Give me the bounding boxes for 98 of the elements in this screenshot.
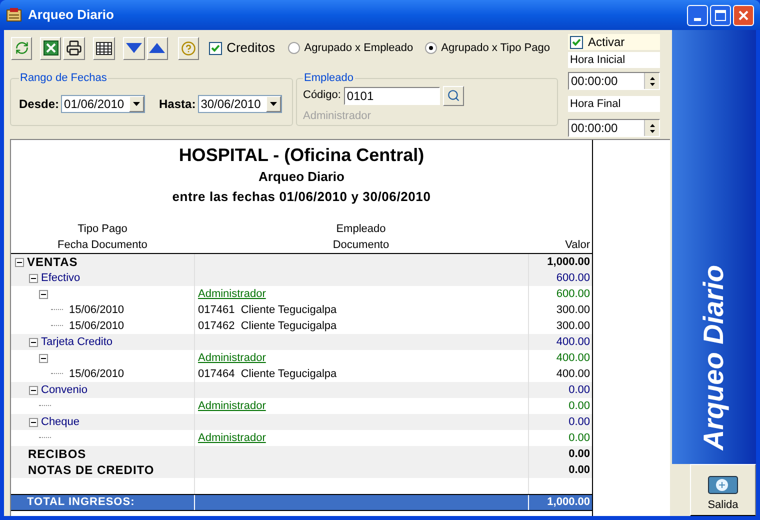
dropdown-icon (133, 102, 140, 106)
grid-icon (96, 42, 112, 54)
document-date: 15/06/2010 (69, 319, 124, 334)
amount: 0.00 (568, 432, 590, 444)
move-down-button[interactable] (123, 36, 145, 60)
field-label: Código: (303, 88, 341, 104)
group-title: Rango de Fechas (19, 71, 108, 86)
field-label: Desde: (19, 96, 60, 112)
amount: 300.00 (556, 304, 590, 316)
report-title: HOSPITAL - (Oficina Central) (178, 144, 424, 166)
collapse-icon[interactable] (29, 338, 38, 346)
help-icon (180, 40, 196, 56)
help-button[interactable] (178, 36, 200, 60)
employee-link[interactable]: Administrador (198, 398, 266, 414)
search-button[interactable] (442, 86, 464, 106)
refresh-button[interactable] (11, 36, 32, 60)
move-up-button[interactable] (146, 36, 168, 60)
amount: 0.00 (568, 416, 590, 428)
collapse-icon[interactable] (29, 418, 38, 426)
document-info: 017461 Cliente Tegucigalpa (198, 303, 337, 318)
collapse-icon[interactable] (39, 290, 48, 298)
payment-type-label: Convenio (41, 383, 88, 398)
section-label: NOTAS DE CREDITO (28, 462, 154, 478)
column-header: Documento (332, 238, 390, 253)
total-amount: 1,000.00 (547, 496, 590, 508)
amount: 1,000.00 (547, 256, 590, 268)
checkbox-label: Activar (588, 34, 625, 51)
to-date-field[interactable]: 30/06/2010 (198, 94, 282, 112)
spreadsheet-icon (42, 40, 59, 56)
collapse-icon[interactable] (39, 354, 48, 362)
amount: 0.00 (568, 464, 590, 476)
report-subtitle: Arqueo Diario (258, 168, 344, 186)
document-date: 15/06/2010 (69, 303, 124, 318)
maximize-button[interactable] (710, 4, 731, 26)
spin-buttons[interactable] (644, 120, 659, 136)
collapse-icon[interactable] (15, 258, 24, 266)
excel-button[interactable] (40, 36, 62, 60)
column-header: Empleado (336, 222, 386, 237)
payment-type-label: Efectivo (41, 271, 80, 286)
section-label: VENTAS (27, 254, 78, 270)
employee-link[interactable]: Administrador (198, 430, 266, 446)
from-date-field[interactable]: 01/06/2010 (61, 94, 146, 112)
employee-link[interactable]: Administrador (198, 350, 266, 366)
printer-icon (66, 40, 82, 56)
exit-icon (708, 476, 738, 494)
section-label: RECIBOS (28, 446, 86, 462)
report-range: entre las fechas 01/06/2010 y 30/06/2010 (172, 188, 431, 206)
app-icon (6, 7, 22, 23)
column-header: Valor (565, 238, 590, 253)
employee-name: Administrador (303, 108, 372, 124)
column-header: Tipo Pago (78, 222, 128, 237)
document-date: 15/06/2010 (69, 367, 124, 382)
down-triangle-icon (126, 43, 142, 53)
total-label: TOTAL INGRESOS: (26, 495, 136, 510)
amount: 400.00 (556, 352, 590, 364)
creditos-checkbox[interactable] (208, 42, 222, 54)
close-icon (738, 10, 749, 20)
amount: 0.00 (568, 448, 590, 460)
radio-button[interactable] (288, 42, 300, 54)
amount: 600.00 (556, 272, 590, 284)
start-time-field[interactable]: 00:00:00 (568, 72, 660, 90)
column-header: Fecha Documento (58, 238, 148, 253)
field-label: Hasta: (159, 96, 196, 112)
dropdown-icon (270, 102, 277, 106)
radio-button[interactable] (425, 42, 438, 54)
employee-link[interactable]: Administrador (198, 286, 266, 302)
radio-label: Agrupado x Tipo Pago (441, 40, 550, 56)
amount: 400.00 (556, 336, 590, 348)
activate-checkbox[interactable] (570, 36, 583, 48)
print-button[interactable] (63, 36, 85, 60)
refresh-icon (14, 41, 29, 55)
close-button[interactable] (733, 4, 754, 26)
exit-button[interactable]: Salida (690, 464, 756, 516)
document-info: 017462 Cliente Tegucigalpa (198, 319, 337, 334)
amount: 0.00 (568, 384, 590, 396)
collapse-icon[interactable] (29, 274, 38, 282)
up-triangle-icon (149, 43, 166, 53)
spin-buttons[interactable] (644, 73, 659, 89)
end-time-field[interactable]: 00:00:00 (568, 119, 660, 137)
checkbox-label: Creditos (226, 39, 276, 58)
field-label: Hora Final (568, 96, 660, 112)
grid-button[interactable] (93, 36, 115, 60)
banner-title: Arqueo Diario (697, 264, 730, 450)
code-field[interactable]: 0101 (344, 86, 440, 104)
document-info: 017464 Cliente Tegucigalpa (198, 367, 337, 382)
window-title: Arqueo Diario (28, 6, 115, 24)
collapse-icon[interactable] (29, 386, 38, 394)
amount: 300.00 (556, 320, 590, 332)
payment-type-label: Tarjeta Credito (41, 335, 113, 350)
group-title: Empleado (303, 71, 355, 86)
amount: 0.00 (568, 400, 590, 412)
amount: 400.00 (556, 368, 590, 380)
minimize-button[interactable] (687, 4, 708, 26)
radio-label: Agrupado x Empleado (304, 40, 414, 56)
search-icon (446, 89, 460, 102)
payment-type-label: Cheque (41, 415, 80, 430)
field-label: Hora Inicial (568, 52, 660, 68)
amount: 600.00 (556, 288, 590, 300)
